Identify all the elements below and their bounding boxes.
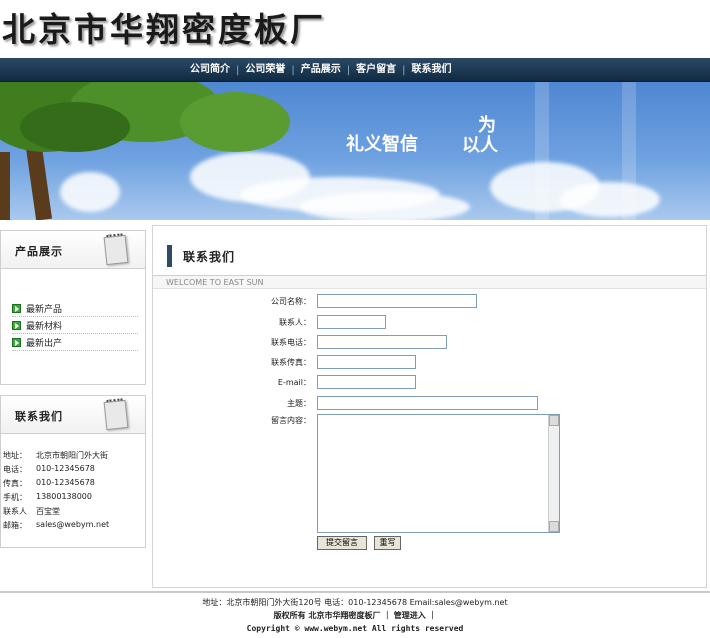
fax-label: 联系传真： bbox=[271, 358, 311, 367]
contact-person-label: 联系人： bbox=[279, 318, 311, 327]
contact-row: 电话： 010-12345678 bbox=[3, 464, 95, 474]
email-input[interactable] bbox=[317, 375, 416, 389]
arrow-right-icon bbox=[12, 303, 21, 313]
site-logo[interactable]: 北京市华翔密度板厂 bbox=[2, 3, 326, 51]
product-item[interactable]: 最新产品 bbox=[12, 300, 138, 317]
company-name-input[interactable] bbox=[317, 294, 477, 308]
contact-row: 手机： 13800138000 bbox=[3, 492, 92, 502]
product-list: 最新产品 最新材料 最新出产 bbox=[12, 300, 138, 351]
main-nav: 公司简介 | 公司荣誉 | 产品展示 | 客户留言 | 联系我们 bbox=[0, 58, 710, 82]
email-label: E-mail： bbox=[277, 378, 311, 387]
nav-item-products[interactable]: 产品展示 bbox=[295, 58, 347, 82]
contact-person-input[interactable] bbox=[317, 315, 386, 329]
footer: 地址：北京市朝阳门外大街120号 电话：010-12345678 Email:s… bbox=[0, 591, 710, 638]
arrow-right-icon bbox=[12, 337, 21, 347]
textarea-scrollbar[interactable] bbox=[548, 415, 559, 532]
footer-address: 地址：北京市朝阳门外大街120号 电话：010-12345678 Email:s… bbox=[202, 598, 508, 607]
message-textarea[interactable] bbox=[317, 414, 560, 533]
nav-item-contact[interactable]: 联系我们 bbox=[406, 58, 458, 82]
phone-input[interactable] bbox=[317, 335, 447, 349]
header: 北京市华翔密度板厂 bbox=[0, 0, 710, 58]
contact-row: 地址： 北京市朝阳门外大街 bbox=[3, 451, 108, 460]
reset-button[interactable]: 重写 bbox=[374, 536, 401, 550]
fax-input[interactable] bbox=[317, 355, 416, 369]
welcome-strip: WELCOME TO EAST SUN bbox=[153, 275, 706, 289]
hero-banner: 礼义智信 为 以人 bbox=[0, 82, 710, 220]
subject-input[interactable] bbox=[317, 396, 538, 410]
nav-item-messages[interactable]: 客户留言 bbox=[350, 58, 402, 82]
company-label: 公司名称： bbox=[271, 297, 311, 306]
submit-button[interactable]: 提交留言 bbox=[317, 536, 367, 550]
contact-row: 传真： 010-12345678 bbox=[3, 478, 95, 488]
footer-copyright: Copyright © www.webym.net All rights res… bbox=[246, 624, 464, 633]
notepad-icon bbox=[103, 234, 129, 266]
footer-copyright-links: 版权所有 北京市华翔密度板厂 ｜ 管理进入 ｜ bbox=[273, 611, 437, 620]
contact-panel-title: 联系我们 bbox=[15, 410, 63, 423]
subject-label: 主题： bbox=[287, 399, 311, 408]
nav-item-honors[interactable]: 公司荣誉 bbox=[239, 58, 291, 82]
nav-item-about[interactable]: 公司简介 bbox=[184, 58, 236, 82]
contact-info: 地址： 北京市朝阳门外大街 电话： 010-12345678 传真： 010-1234… bbox=[3, 450, 148, 534]
phone-label: 联系电话： bbox=[271, 338, 311, 347]
contact-row: 邮箱： sales@webym.net bbox=[3, 520, 110, 530]
contact-row: 联系人 百宝堂 bbox=[3, 507, 60, 516]
banner-slogan: 礼义智信 bbox=[346, 134, 418, 155]
scroll-up-icon[interactable] bbox=[549, 415, 559, 426]
arrow-right-icon bbox=[12, 320, 21, 330]
scroll-down-icon[interactable] bbox=[549, 521, 559, 532]
main-panel: 联系我们 WELCOME TO EAST SUN 公司名称： 联系人： 联系电话… bbox=[152, 225, 707, 588]
notepad-icon bbox=[103, 399, 129, 431]
product-item[interactable]: 最新出产 bbox=[12, 334, 138, 351]
message-label: 留言内容： bbox=[271, 416, 311, 425]
admin-link[interactable]: 管理进入 bbox=[394, 611, 426, 620]
page-title: 联系我们 bbox=[183, 250, 236, 264]
title-accent-bar bbox=[167, 245, 172, 267]
products-panel-title: 产品展示 bbox=[15, 245, 63, 258]
banner-slogan-secondary: 为 以人 bbox=[462, 115, 498, 156]
product-item[interactable]: 最新材料 bbox=[12, 317, 138, 334]
